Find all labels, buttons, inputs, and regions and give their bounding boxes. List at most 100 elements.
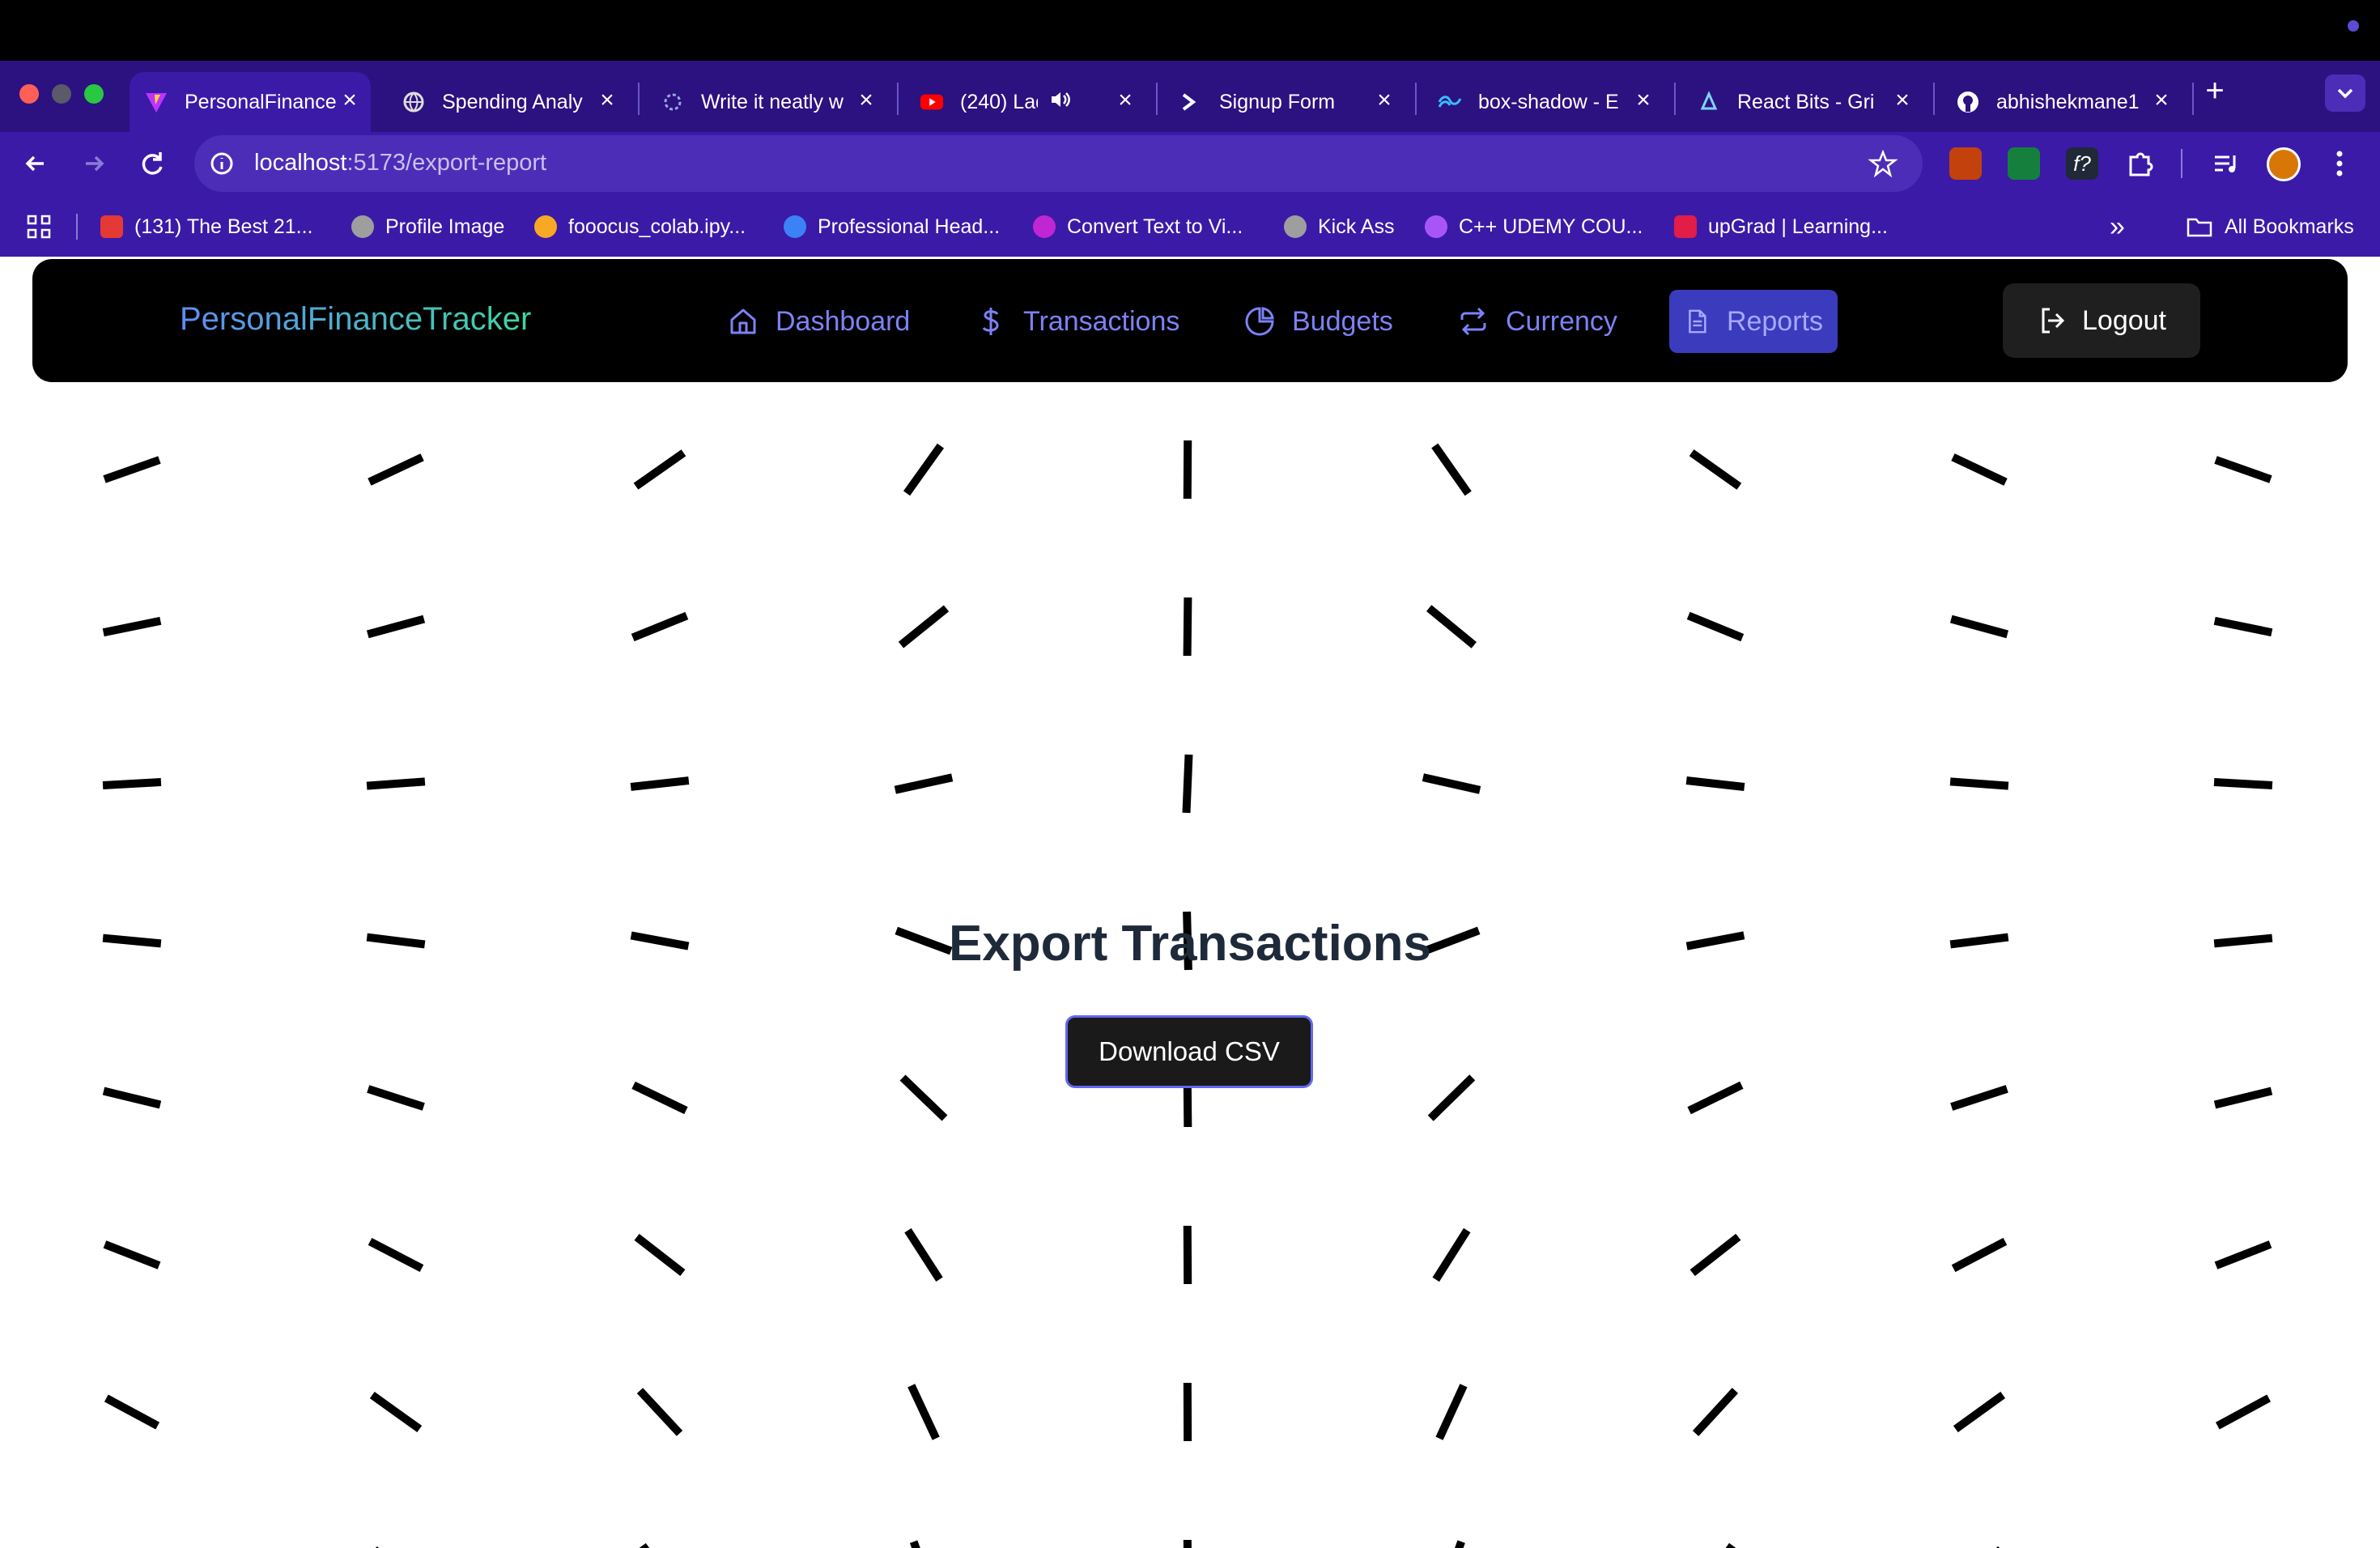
background-line	[102, 1087, 162, 1109]
background-line	[1949, 615, 2009, 639]
browser-tab[interactable]: React Bits - Gri ×	[1682, 72, 1923, 132]
download-csv-button[interactable]: Download CSV	[1065, 1015, 1313, 1088]
bookmark-item[interactable]: (131) The Best 21...	[100, 211, 313, 243]
site-icon	[1033, 215, 1056, 238]
upgrad-icon	[1674, 215, 1697, 238]
browser-tab[interactable]: box-shadow - E ×	[1423, 72, 1664, 132]
browser-tab[interactable]: PersonalFinance ×	[130, 72, 371, 132]
logout-icon	[2042, 308, 2065, 334]
bookmark-item[interactable]: Kick Ass	[1284, 211, 1394, 243]
nav-reports[interactable]: Reports	[1669, 290, 1838, 353]
bookmark-item[interactable]: fooocus_colab.ipy...	[534, 211, 746, 243]
system-menu-bar	[0, 0, 2380, 61]
tab-title: abhishekmane1	[1996, 90, 2140, 113]
browser-tab[interactable]: abhishekmane1 ×	[1941, 72, 2182, 132]
repeat-icon	[1460, 307, 1486, 336]
nav-label: Currency	[1506, 305, 1617, 337]
background-line	[1435, 1384, 1468, 1440]
nav-dashboard[interactable]: Dashboard	[727, 290, 910, 353]
react-bits-icon	[1697, 90, 1721, 114]
background-line	[368, 453, 424, 486]
background-line	[633, 449, 686, 490]
puzzle-icon[interactable]	[2124, 147, 2157, 180]
reload-button[interactable]	[133, 144, 172, 183]
openai-icon	[661, 90, 685, 114]
tab-close-icon[interactable]: ×	[853, 88, 879, 113]
tab-search-button[interactable]	[2325, 74, 2365, 112]
arrow-right-icon	[86, 155, 104, 172]
background-line	[1689, 1233, 1741, 1277]
window-close-button[interactable]	[19, 84, 39, 104]
tab-close-icon[interactable]: ×	[594, 88, 620, 113]
window-zoom-button[interactable]	[84, 84, 104, 104]
bookmark-label: (131) The Best 21...	[134, 215, 313, 238]
tab-title: Write it neatly w	[701, 90, 844, 113]
youtube-icon	[920, 90, 944, 114]
arrow-left-icon	[25, 155, 44, 172]
tab-close-icon[interactable]: ×	[1371, 88, 1397, 113]
browser-tab[interactable]: Write it neatly w ×	[646, 72, 887, 132]
background-line	[368, 1237, 424, 1273]
profile-avatar[interactable]	[2267, 147, 2301, 181]
bookmark-item[interactable]: C++ UDEMY COU...	[1425, 211, 1643, 243]
window-minimize-button[interactable]	[52, 84, 71, 104]
all-bookmarks-button[interactable]: All Bookmarks	[2186, 211, 2354, 243]
forward-button[interactable]	[74, 144, 113, 183]
tailwind-icon	[1438, 90, 1462, 114]
tab-divider	[2192, 83, 2194, 115]
nav-currency[interactable]: Currency	[1457, 290, 1617, 353]
background-line	[1432, 1227, 1471, 1282]
background-line	[903, 443, 945, 496]
background-line	[1438, 1540, 1465, 1548]
globe-icon	[402, 90, 426, 114]
background-line	[104, 1394, 160, 1430]
extension-icon[interactable]	[2008, 147, 2040, 180]
nav-budgets[interactable]: Budgets	[1243, 290, 1393, 353]
audio-playing-icon[interactable]	[1049, 89, 1072, 116]
background-line	[2215, 1394, 2272, 1430]
browser-tab[interactable]: Spending Analy ×	[387, 72, 628, 132]
background-line	[631, 1081, 688, 1115]
brand-logo[interactable]: PersonalFinanceTracker	[180, 301, 531, 338]
tab-close-icon[interactable]: ×	[1889, 88, 1915, 113]
nav-transactions[interactable]: Transactions	[975, 290, 1179, 353]
browser-tab[interactable]: Signup Form ×	[1164, 72, 1405, 132]
status-dot-icon	[2348, 20, 2359, 32]
back-button[interactable]	[16, 144, 55, 183]
logout-button[interactable]: Logout	[2003, 283, 2200, 358]
more-bookmarks-button[interactable]: »	[2110, 211, 2125, 243]
page-title: Export Transactions	[948, 916, 1432, 972]
bookmark-item[interactable]: Convert Text to Vi...	[1033, 211, 1243, 243]
url-path: :5173/export-report	[346, 150, 547, 176]
vite-icon	[144, 90, 168, 114]
more-options-icon[interactable]	[2323, 146, 2356, 181]
background-line	[2214, 456, 2272, 483]
background-line	[1422, 773, 1481, 794]
terminal-icon	[1179, 90, 1203, 114]
tab-close-icon[interactable]: ×	[337, 88, 363, 113]
bookmark-item[interactable]: Professional Head...	[784, 211, 1000, 243]
background-line	[1183, 1225, 1192, 1285]
bookmark-star-icon[interactable]	[1867, 147, 1899, 180]
formula-extension-icon[interactable]: f?	[2066, 147, 2098, 180]
tab-close-icon[interactable]: ×	[2148, 88, 2174, 113]
bookmark-item[interactable]: upGrad | Learning...	[1674, 211, 1888, 243]
background-line	[1426, 605, 1477, 649]
apps-grid-icon[interactable]	[26, 214, 52, 240]
background-line	[1685, 776, 1745, 791]
bookmark-item[interactable]: Profile Image	[351, 211, 504, 243]
tab-close-icon[interactable]: ×	[1112, 88, 1138, 113]
bookmark-label: fooocus_colab.ipy...	[568, 215, 746, 238]
media-control-icon[interactable]	[2210, 147, 2242, 180]
browser-tab[interactable]: (240) Lady ( ×	[905, 72, 1146, 132]
tab-close-icon[interactable]: ×	[1630, 88, 1656, 113]
url-host: localhost	[254, 150, 347, 176]
new-tab-button[interactable]: +	[2199, 74, 2231, 107]
background-line	[634, 1233, 686, 1277]
extension-icon[interactable]	[1949, 147, 1982, 180]
background-line	[1692, 1388, 1739, 1436]
background-line	[2213, 1087, 2273, 1109]
site-info-icon[interactable]	[206, 147, 238, 180]
nav-label: Transactions	[1023, 305, 1180, 337]
background-line	[631, 611, 689, 642]
